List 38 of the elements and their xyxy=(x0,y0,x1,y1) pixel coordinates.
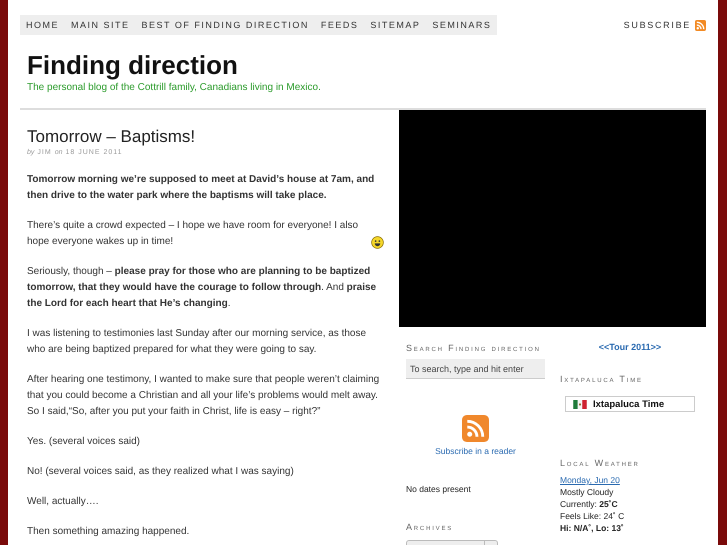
post-paragraph: Well, actually…. xyxy=(27,496,99,507)
subscribe-link[interactable]: SUBSCRIBE xyxy=(624,20,691,30)
widget-heading: Local Weather xyxy=(560,458,641,468)
weather-line: Feels Like: 24˚ C xyxy=(560,510,626,522)
flag-icon xyxy=(573,400,587,408)
post-paragraph: I was listening to testimonies last Sunday after our morning service, as those who are being baptized prepared for what they were going to say. xyxy=(27,328,366,355)
widget-heading: Ixtapaluca Time xyxy=(560,374,644,384)
time-widget[interactable]: Ixtapaluca Time xyxy=(565,396,695,412)
weather-line: Hi: N/A˚, Lo: 13˚ xyxy=(560,522,625,534)
post-paragraph: Seriously, though – please pray for those who are planning to be baptized tomorrow, that they would have the courage to follow through. And praise the Lord for each heart that He’s changing. xyxy=(27,266,376,309)
nav-link[interactable]: SEMINARS xyxy=(432,20,492,30)
widget-heading: Search Finding direction xyxy=(406,343,542,353)
smiley-icon xyxy=(371,236,384,249)
nav-link[interactable]: HOME xyxy=(26,20,59,30)
calendar-message: No dates present xyxy=(406,484,472,494)
nav-link[interactable]: SITEMAP xyxy=(370,20,420,30)
search-field[interactable]: To search, type and hit enter xyxy=(406,359,545,379)
post-paragraph: After hearing one testimony, I wanted to make sure that people weren’t claiming that you could become a Christian and all your life’s problems would melt away. So I said,“So, after you put your faith in Christ, life is easy – right?” xyxy=(27,374,380,417)
time-widget-label: Ixtapaluca Time xyxy=(593,398,664,410)
post-title[interactable]: Tomorrow – Baptisms! xyxy=(27,127,384,147)
nav-link[interactable]: MAIN SITE xyxy=(71,20,130,30)
subscribe-reader-link[interactable]: Subscribe in a reader xyxy=(435,446,516,456)
nav-link[interactable]: BEST OF FINDING DIRECTION xyxy=(142,20,309,30)
post-paragraph: There’s quite a crowd expected – I hope we have room for everyone! I also hope everyone wakes up in time! xyxy=(27,219,360,249)
post-paragraph: Tomorrow morning we’re supposed to meet at David’s house at 7am, and then drive to the water park where the baptisms will take place. xyxy=(27,174,374,201)
post-paragraph: Then something amazing happened. xyxy=(27,526,190,537)
rss-icon[interactable] xyxy=(462,415,489,442)
tour-link[interactable]: <<Tour 2011>> xyxy=(560,342,700,352)
rss-icon[interactable] xyxy=(695,20,706,30)
weather-date-link[interactable]: Monday, Jun 20 xyxy=(560,474,700,486)
blog-tagline: The personal blog of the Cottrill family, Canadians living in Mexico. xyxy=(27,82,322,93)
post-paragraph: No! (several voices said, as they realized what I was saying) xyxy=(27,466,294,477)
widget-heading: Archives xyxy=(406,522,454,532)
nav-link[interactable]: FEEDS xyxy=(320,20,358,30)
weather-line: Mostly Cloudy xyxy=(560,486,614,498)
blog-title[interactable]: Finding direction xyxy=(27,49,706,81)
weather-line: Currently: 25˚C xyxy=(560,498,619,510)
post-paragraph: Yes. (several voices said) xyxy=(27,436,140,447)
